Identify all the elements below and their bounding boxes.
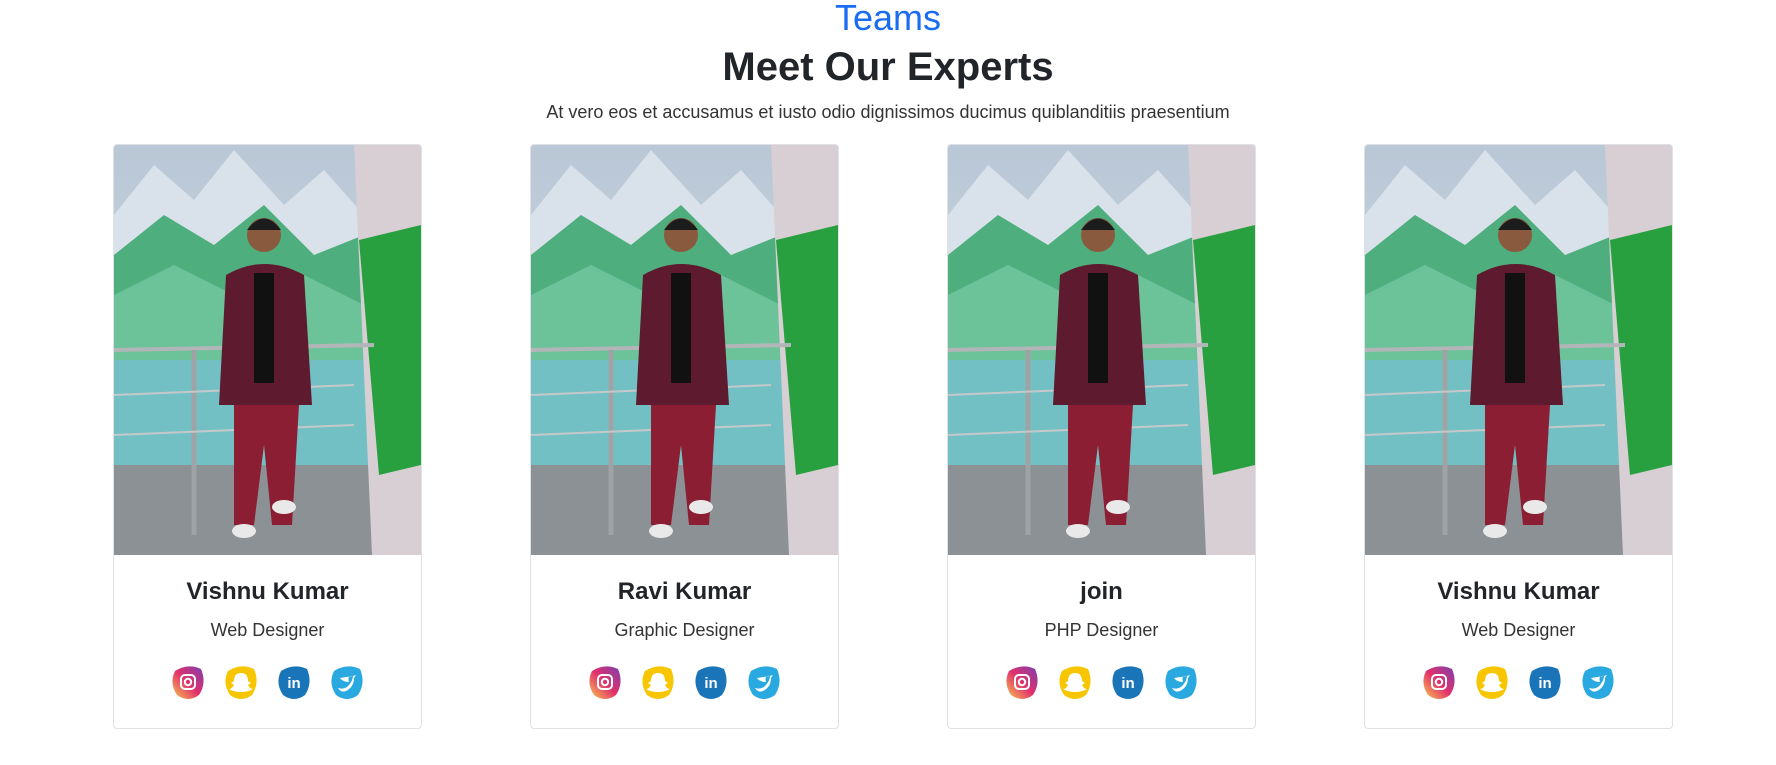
member-name: Vishnu Kumar bbox=[1437, 578, 1600, 605]
snapchat-icon[interactable] bbox=[1056, 663, 1094, 703]
instagram-icon[interactable] bbox=[586, 663, 624, 703]
snapchat-icon[interactable] bbox=[222, 663, 260, 703]
member-role: PHP Designer bbox=[1044, 620, 1159, 640]
team-card: Ravi Kumar Graphic Designer in bbox=[530, 144, 839, 729]
social-links: in bbox=[531, 663, 838, 703]
member-name: join bbox=[1080, 578, 1123, 605]
member-photo bbox=[114, 145, 421, 555]
snapchat-icon[interactable] bbox=[1473, 663, 1511, 703]
svg-text:in: in bbox=[1538, 675, 1551, 692]
member-role: Web Designer bbox=[210, 620, 325, 640]
section-eyebrow: Teams bbox=[834, 0, 942, 38]
section-subtitle: At vero eos et accusamus et iusto odio d… bbox=[546, 102, 1230, 122]
linkedin-icon[interactable]: in bbox=[275, 663, 313, 703]
card-body: Vishnu Kumar Web Designer in bbox=[1365, 555, 1672, 728]
team-card: Vishnu Kumar Web Designer in bbox=[1364, 144, 1673, 729]
twitter-icon[interactable] bbox=[1162, 663, 1200, 703]
instagram-icon[interactable] bbox=[1420, 663, 1458, 703]
member-photo bbox=[1365, 145, 1672, 555]
twitter-icon[interactable] bbox=[745, 663, 783, 703]
card-body: Vishnu Kumar Web Designer in bbox=[114, 555, 421, 728]
svg-text:in: in bbox=[1121, 675, 1134, 692]
social-links: in bbox=[114, 663, 421, 703]
section-title: Meet Our Experts bbox=[722, 45, 1054, 89]
instagram-icon[interactable] bbox=[169, 663, 207, 703]
linkedin-icon[interactable]: in bbox=[692, 663, 730, 703]
member-name: Vishnu Kumar bbox=[186, 578, 349, 605]
member-role: Web Designer bbox=[1461, 620, 1576, 640]
card-body: Ravi Kumar Graphic Designer in bbox=[531, 555, 838, 728]
social-links: in bbox=[1365, 663, 1672, 703]
linkedin-icon[interactable]: in bbox=[1526, 663, 1564, 703]
social-links: in bbox=[948, 663, 1255, 703]
twitter-icon[interactable] bbox=[328, 663, 366, 703]
linkedin-icon[interactable]: in bbox=[1109, 663, 1147, 703]
team-card: join PHP Designer in bbox=[947, 144, 1256, 729]
instagram-icon[interactable] bbox=[1003, 663, 1041, 703]
team-card: Vishnu Kumar Web Designer in bbox=[113, 144, 422, 729]
team-cards: Vishnu Kumar Web Designer in Ravi Kumar … bbox=[0, 144, 1776, 729]
member-photo bbox=[948, 145, 1255, 555]
card-body: join PHP Designer in bbox=[948, 555, 1255, 728]
twitter-icon[interactable] bbox=[1579, 663, 1617, 703]
svg-text:in: in bbox=[287, 675, 300, 692]
member-photo bbox=[531, 145, 838, 555]
snapchat-icon[interactable] bbox=[639, 663, 677, 703]
member-role: Graphic Designer bbox=[614, 620, 755, 640]
member-name: Ravi Kumar bbox=[617, 578, 752, 605]
svg-text:in: in bbox=[704, 675, 717, 692]
